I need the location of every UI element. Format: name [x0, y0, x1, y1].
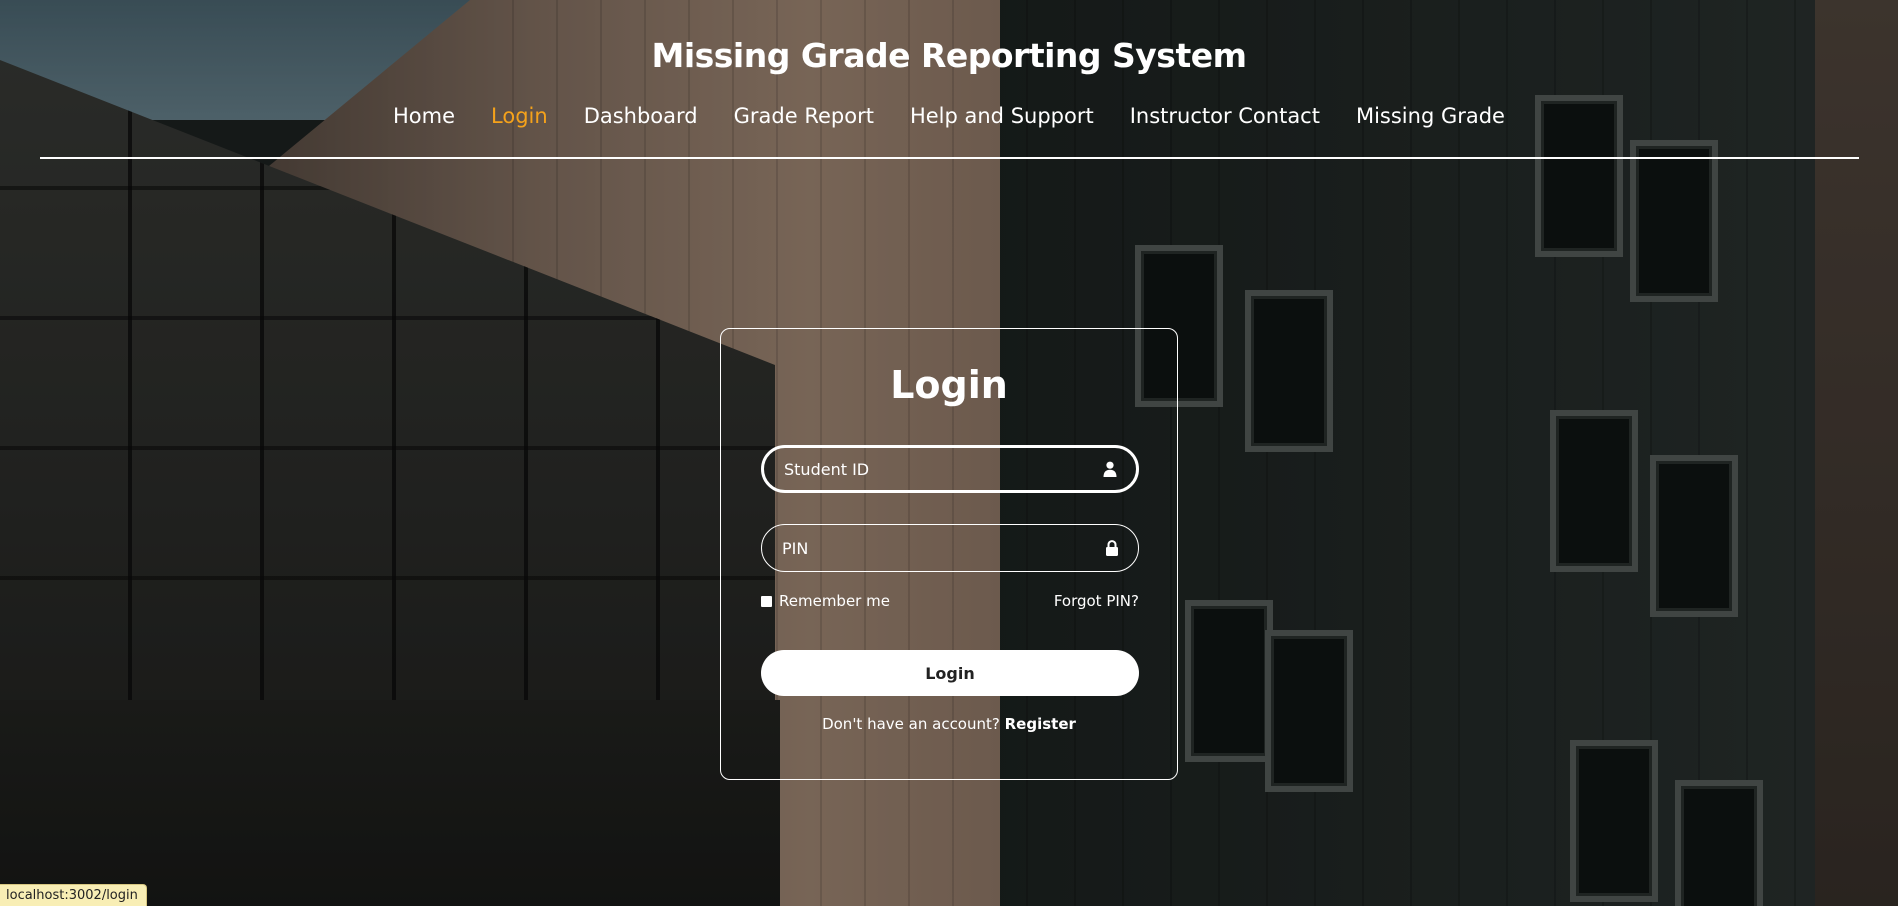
- status-bar-url: localhost:3002/login: [0, 884, 147, 906]
- remember-me-checkbox[interactable]: [761, 595, 772, 607]
- nav-instructor-contact[interactable]: Instructor Contact: [1130, 104, 1320, 128]
- header-divider: [40, 157, 1859, 159]
- login-options-row: Remember me Forgot PIN?: [761, 591, 1139, 611]
- remember-me[interactable]: Remember me: [761, 592, 890, 610]
- register-prompt: Don't have an account?: [822, 715, 1005, 733]
- nav-grade-report[interactable]: Grade Report: [734, 104, 874, 128]
- main-nav: Home Login Dashboard Grade Report Help a…: [0, 104, 1898, 128]
- student-id-field: [761, 445, 1139, 493]
- student-id-input[interactable]: [764, 458, 1102, 480]
- nav-login[interactable]: Login: [491, 104, 548, 128]
- login-card: Login Remember me Forgot PIN? Login Don'…: [720, 328, 1178, 780]
- login-button[interactable]: Login: [761, 650, 1139, 696]
- nav-help-and-support[interactable]: Help and Support: [910, 104, 1094, 128]
- nav-dashboard[interactable]: Dashboard: [584, 104, 698, 128]
- pin-input[interactable]: [762, 537, 1104, 559]
- remember-me-label: Remember me: [779, 592, 890, 610]
- nav-missing-grade[interactable]: Missing Grade: [1356, 104, 1505, 128]
- login-title: Login: [890, 363, 1008, 407]
- register-link[interactable]: Register: [1005, 715, 1076, 733]
- user-icon: [1102, 461, 1118, 477]
- pin-field: [761, 524, 1139, 572]
- nav-home[interactable]: Home: [393, 104, 455, 128]
- register-row: Don't have an account? Register: [721, 715, 1177, 733]
- site-title: Missing Grade Reporting System: [651, 36, 1247, 75]
- lock-icon: [1104, 540, 1120, 556]
- forgot-pin-link[interactable]: Forgot PIN?: [1054, 592, 1139, 610]
